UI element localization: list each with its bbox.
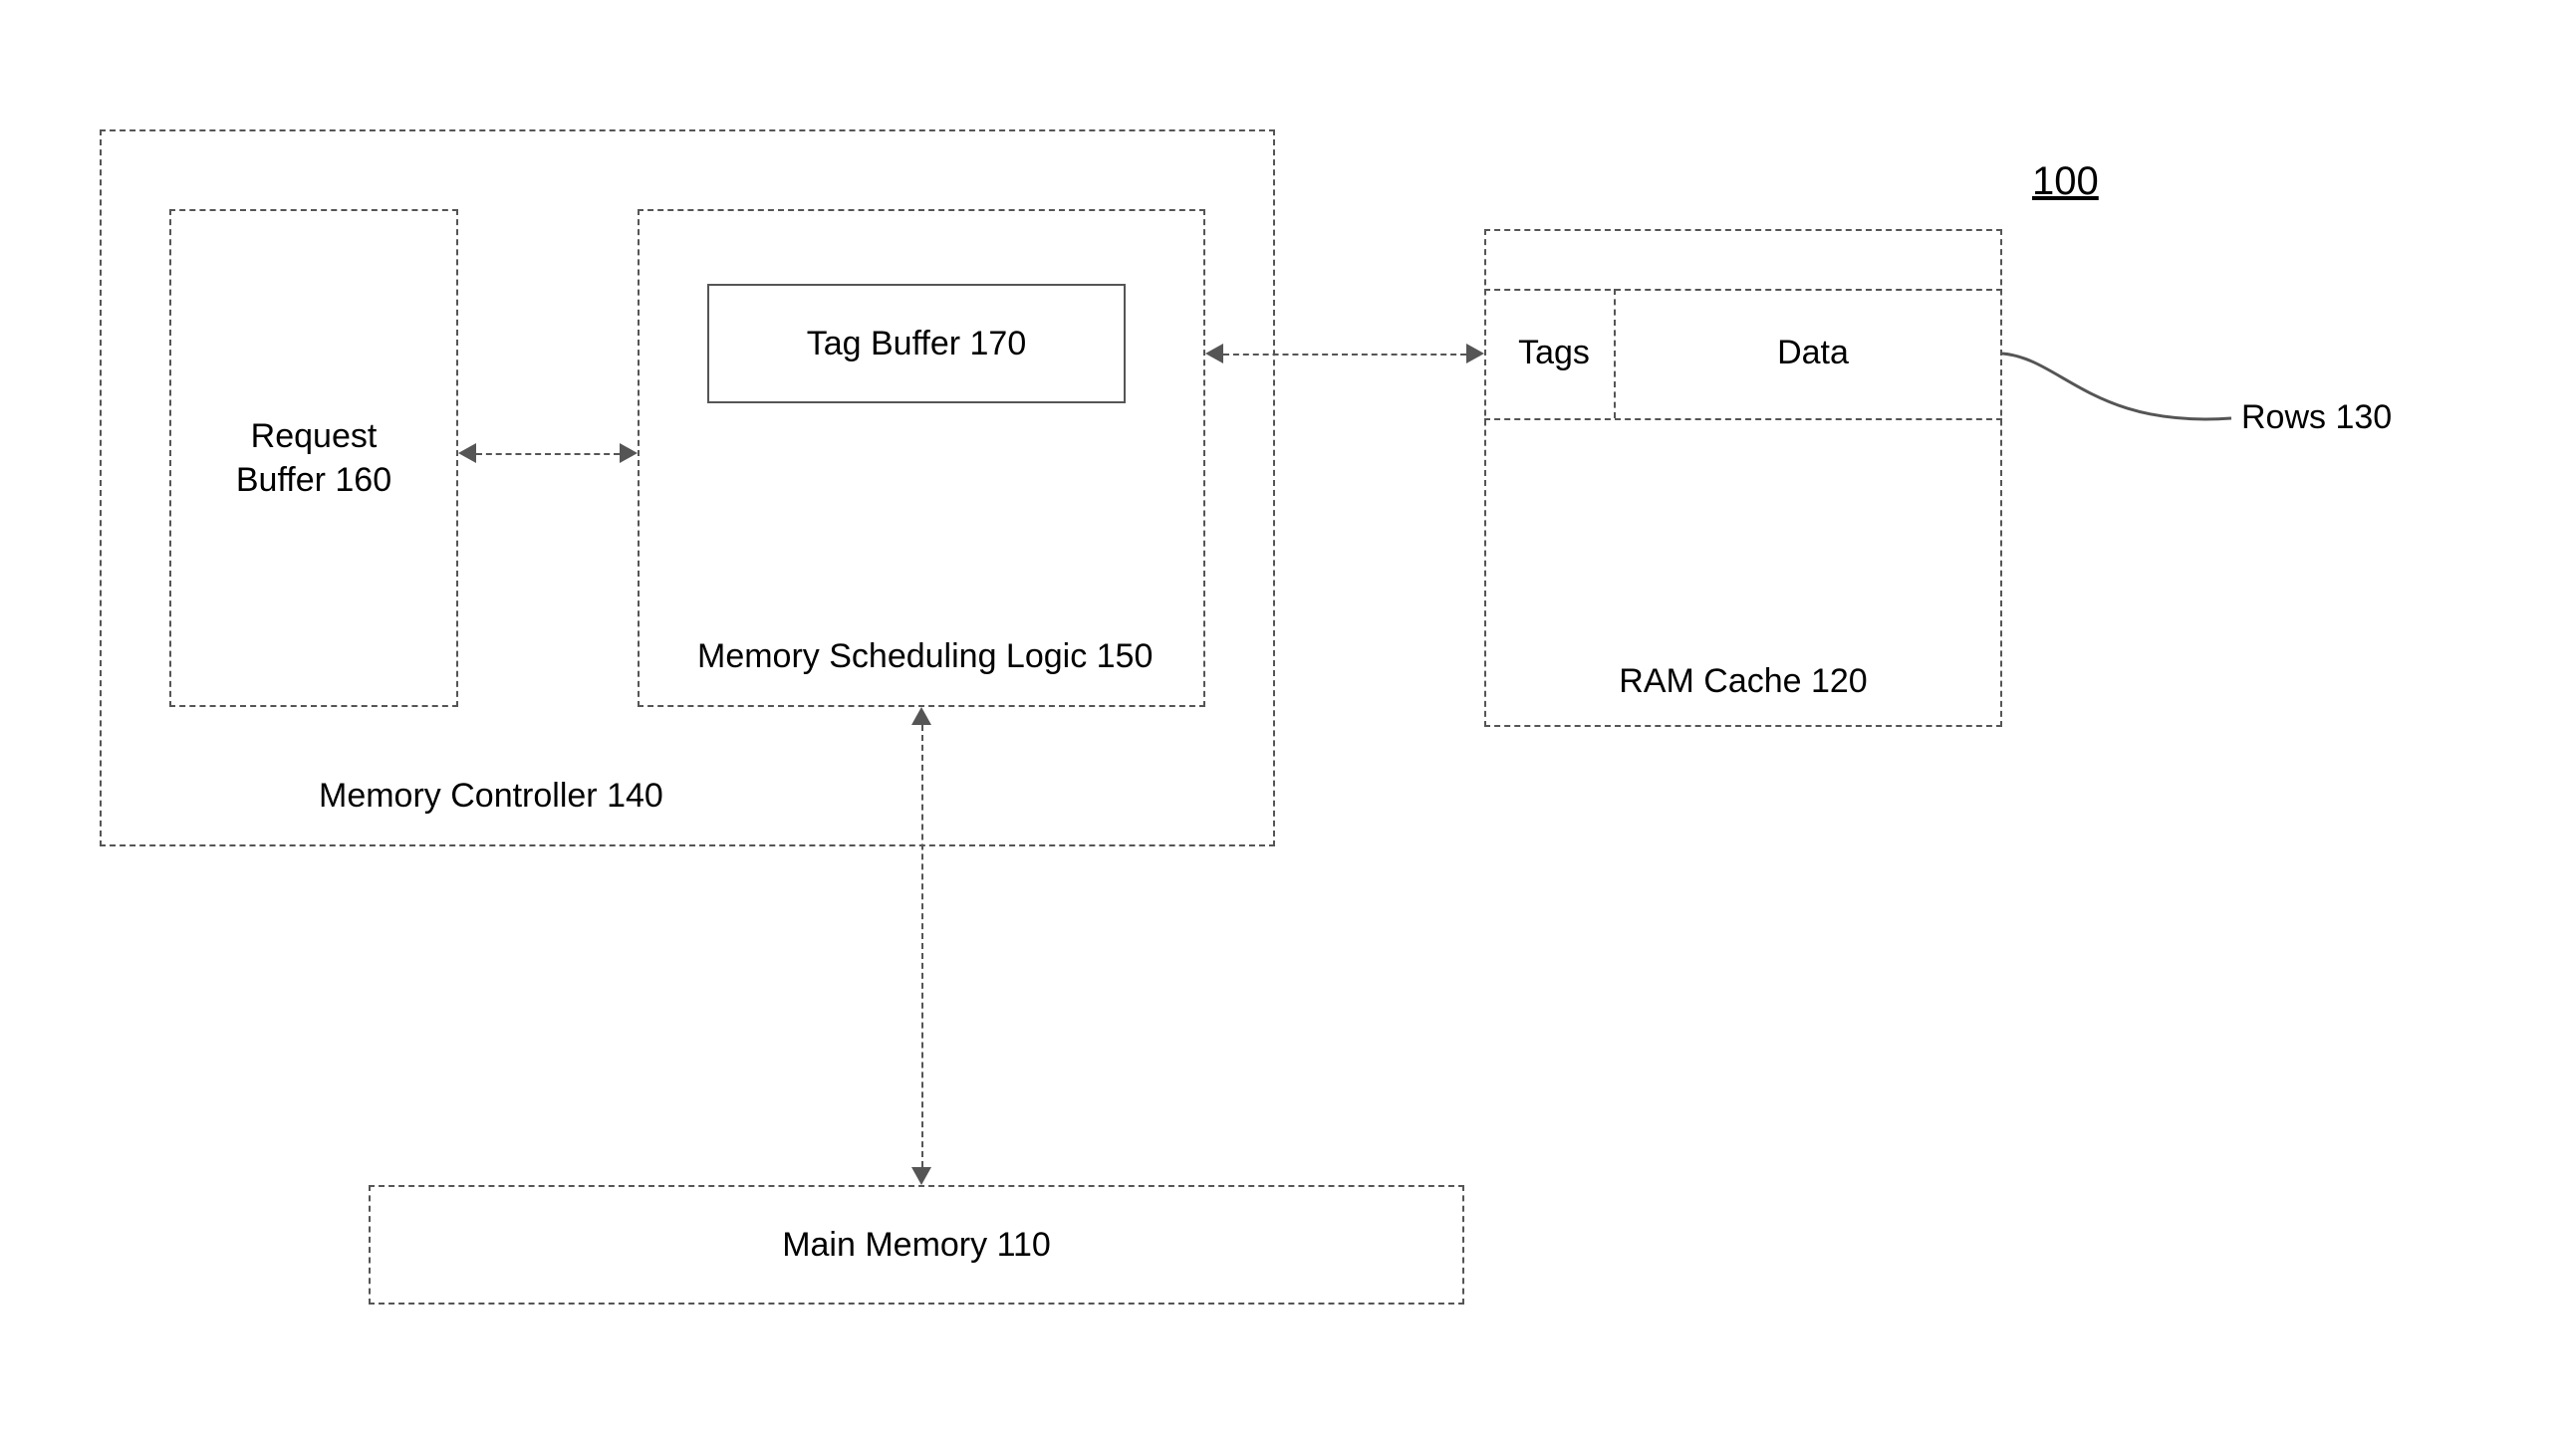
diagram-canvas: 100 Memory Controller 140 Request Buffer… xyxy=(0,0,2576,1430)
tag-buffer-box: Tag Buffer 170 xyxy=(707,284,1126,403)
main-memory-box: Main Memory 110 xyxy=(369,1185,1464,1305)
arrow-reqbuf-sched-head-left xyxy=(458,443,476,463)
memory-controller-label: Memory Controller 140 xyxy=(319,777,663,816)
arrow-sched-mainmem-head-down xyxy=(911,1167,931,1185)
arrow-sched-mainmem-head-up xyxy=(911,707,931,725)
rows-callout-connector xyxy=(2002,339,2241,458)
rows-callout-label: Rows 130 xyxy=(2241,398,2392,437)
ram-cache-row-divider-bottom xyxy=(1484,418,2002,420)
ram-cache-row-divider-top xyxy=(1484,289,2002,291)
arrow-reqbuf-sched-head-right xyxy=(620,443,638,463)
arrow-sched-ram-head-right xyxy=(1466,344,1484,363)
request-buffer-label: Request Buffer 160 xyxy=(229,414,398,502)
arrow-sched-mainmem-line xyxy=(921,725,923,1167)
ram-cache-label: RAM Cache 120 xyxy=(1614,662,1873,701)
arrow-sched-ram-line xyxy=(1223,354,1466,356)
ram-cache-tags-label: Tags xyxy=(1504,334,1604,372)
tag-buffer-label: Tag Buffer 170 xyxy=(807,325,1027,363)
ram-cache-box xyxy=(1484,229,2002,727)
memory-scheduling-logic-label: Memory Scheduling Logic 150 xyxy=(697,637,1153,676)
ram-cache-tags-data-divider xyxy=(1614,289,1616,418)
arrow-sched-ram-head-left xyxy=(1205,344,1223,363)
ram-cache-data-label: Data xyxy=(1733,334,1893,372)
arrow-reqbuf-sched-line xyxy=(476,453,620,455)
request-buffer-box: Request Buffer 160 xyxy=(169,209,458,707)
figure-number: 100 xyxy=(2032,159,2099,204)
main-memory-label: Main Memory 110 xyxy=(782,1226,1051,1265)
